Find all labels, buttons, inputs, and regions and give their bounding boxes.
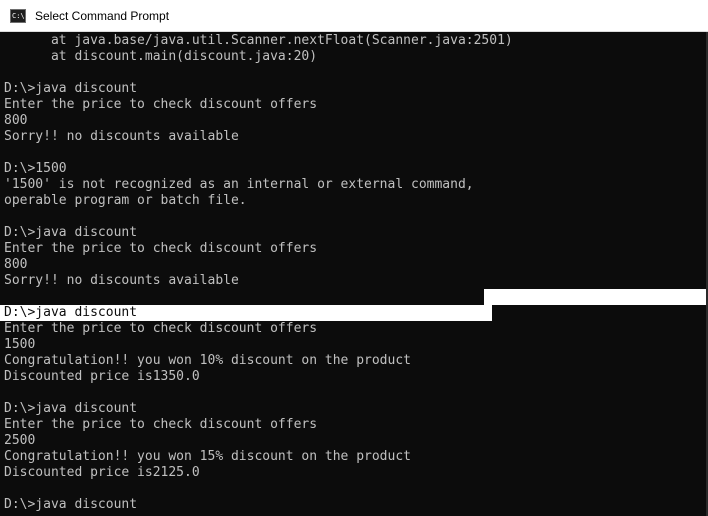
console-line: 800 bbox=[4, 113, 28, 128]
console-line: Enter the price to check discount offers bbox=[4, 241, 318, 256]
console-line: at java.base/java.util.Scanner.nextFloat… bbox=[4, 33, 513, 48]
console-line: D:\>java discount bbox=[4, 81, 138, 96]
console-line: Discounted price is2125.0 bbox=[4, 465, 200, 480]
console-line: Congratulation!! you won 10% discount on… bbox=[4, 353, 411, 368]
console-line: 1500 bbox=[4, 337, 36, 352]
console-line: Enter the price to check discount offers bbox=[4, 97, 318, 112]
selection-highlight-right bbox=[484, 289, 708, 305]
console-line: D:\>java discount bbox=[4, 497, 138, 512]
console-line: D:\>1500 bbox=[4, 161, 67, 176]
console-line: Sorry!! no discounts available bbox=[4, 273, 239, 288]
console-line: at discount.main(discount.java:20) bbox=[4, 49, 318, 64]
console-line: Congratulation!! you won 15% discount on… bbox=[4, 449, 411, 464]
console-output[interactable]: at java.base/java.util.Scanner.nextFloat… bbox=[0, 32, 708, 516]
console-line: 800 bbox=[4, 257, 28, 272]
console-line-selected: D:\>java discount bbox=[4, 305, 138, 320]
command-prompt-window: C:\ Select Command Prompt at java.base/j… bbox=[0, 0, 708, 516]
console-line: Sorry!! no discounts available bbox=[4, 129, 239, 144]
window-title: Select Command Prompt bbox=[35, 9, 170, 23]
console-line: Discounted price is1350.0 bbox=[4, 369, 200, 384]
console-line: Enter the price to check discount offers bbox=[4, 417, 318, 432]
console-line: D:\>java discount bbox=[4, 401, 138, 416]
console-line: Enter the price to check discount offers bbox=[4, 321, 318, 336]
console-line: D:\>java discount bbox=[4, 225, 138, 240]
console-line: 2500 bbox=[4, 433, 36, 448]
command-prompt-icon: C:\ bbox=[10, 9, 26, 23]
title-bar[interactable]: C:\ Select Command Prompt bbox=[0, 0, 708, 32]
console-line: operable program or batch file. bbox=[4, 193, 247, 208]
console-line: '1500' is not recognized as an internal … bbox=[4, 177, 474, 192]
